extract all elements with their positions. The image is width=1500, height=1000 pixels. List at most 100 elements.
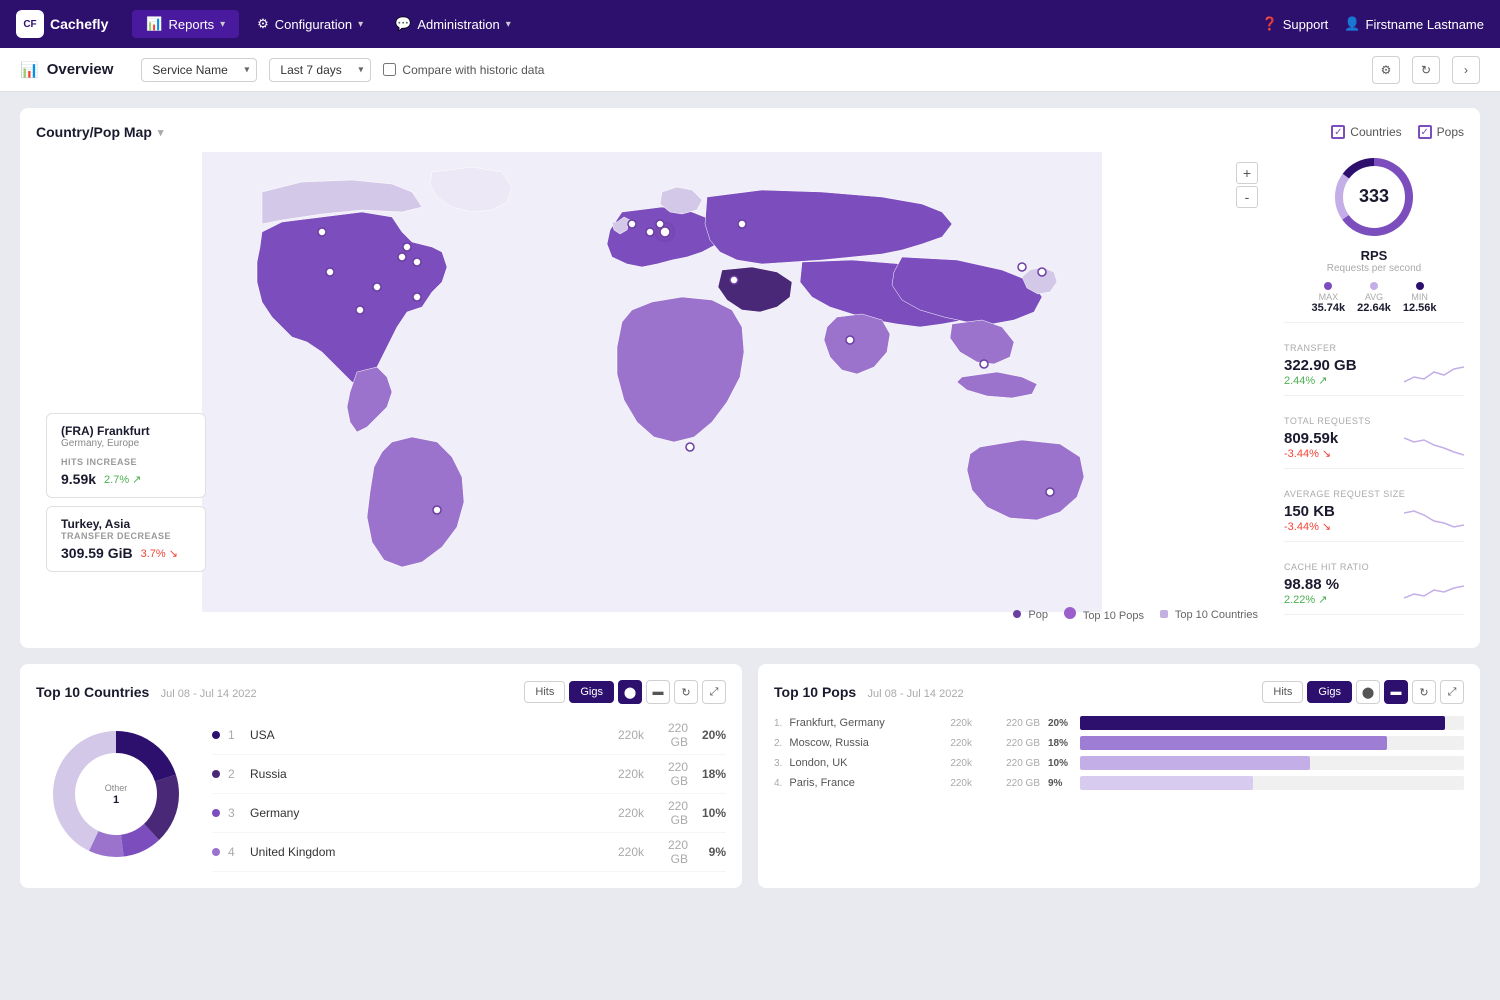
pop-amsterdam[interactable] [656, 220, 664, 228]
map-section: Country/Pop Map ▾ Countries Pops [20, 108, 1480, 648]
pops-donut-btn[interactable]: ⬤ [1356, 680, 1380, 704]
table-row: 3 Germany 220k 220 GB 10% [212, 794, 726, 833]
legend-pops[interactable]: Pops [1418, 125, 1464, 139]
legend-pop: Pop [1013, 609, 1048, 621]
top-countries-panel: Top 10 Countries Jul 08 - Jul 14 2022 Hi… [20, 664, 742, 888]
pops-refresh-btn[interactable]: ↻ [1412, 680, 1436, 704]
pop-dallas[interactable] [373, 283, 381, 291]
size-pct: -3.44% ↘ [1284, 520, 1335, 533]
countries-checkbox[interactable] [1331, 125, 1345, 139]
countries-donut-btn[interactable]: ⬤ [618, 680, 642, 704]
support-button[interactable]: ❓ Support [1262, 16, 1329, 32]
pop-london[interactable] [628, 220, 636, 228]
rps-subtitle: Requests per second [1327, 263, 1422, 274]
countries-header: Top 10 Countries Jul 08 - Jul 14 2022 Hi… [36, 680, 726, 704]
countries-expand-btn[interactable]: ⤢ [702, 680, 726, 704]
turkey-value: 309.59 GiB 3.7% ↘ [61, 545, 191, 561]
zoom-in-button[interactable]: + [1236, 162, 1258, 184]
pops-expand-btn[interactable]: ⤢ [1440, 680, 1464, 704]
pop-dot-legend [1013, 610, 1021, 618]
logo-icon: CF [16, 10, 44, 38]
top10pops-dot-legend [1064, 607, 1076, 619]
map-legend: Countries Pops [1331, 125, 1464, 139]
filter-button[interactable]: ⚙ [1372, 56, 1400, 84]
turkey-number: 309.59 GiB [61, 545, 133, 561]
pop-tokyo[interactable] [1038, 268, 1046, 276]
service-name-select[interactable]: Service Name [141, 58, 257, 82]
compare-checkbox-input[interactable] [383, 63, 396, 76]
rps-avg: AVG 22.64k [1357, 282, 1391, 314]
pop-miami[interactable] [413, 293, 421, 301]
pop-sydney[interactable] [1046, 488, 1054, 496]
zoom-out-button[interactable]: - [1236, 186, 1258, 208]
legend-pops-label: Pops [1437, 125, 1464, 139]
forward-button[interactable]: › [1452, 56, 1480, 84]
compare-label: Compare with historic data [402, 63, 544, 77]
requests-pct: -3.44% ↘ [1284, 447, 1338, 460]
bar-gigs: 220 GB [980, 738, 1040, 749]
pop-singapore[interactable] [980, 360, 988, 368]
row-dot [212, 731, 220, 739]
bar-hits: 220k [912, 718, 972, 729]
bar-gigs: 220 GB [980, 718, 1040, 729]
pop-seoul[interactable] [1018, 263, 1026, 271]
map-title-chevron: ▾ [158, 126, 164, 139]
countries-hits-btn[interactable]: Hits [524, 681, 565, 703]
pop-nyc[interactable] [413, 258, 421, 266]
rps-min-dot [1416, 282, 1424, 290]
nav-logo[interactable]: CF Cachefly [16, 10, 120, 38]
metric-requests-row: 809.59k -3.44% ↘ [1284, 430, 1464, 460]
countries-gigs-btn[interactable]: Gigs [569, 681, 614, 703]
pop-johannesburg[interactable] [686, 443, 694, 451]
row-dot [212, 809, 220, 817]
pop-moscow[interactable] [738, 220, 746, 228]
bar-row: 3. London, UK 220k 220 GB 10% [774, 756, 1464, 770]
bar-track [1080, 756, 1464, 770]
nav-config-label: Configuration [275, 17, 352, 32]
pops-hits-btn[interactable]: Hits [1262, 681, 1303, 703]
pop-chicago[interactable] [398, 253, 406, 261]
pop-paris[interactable] [646, 228, 654, 236]
bar-track [1080, 736, 1464, 750]
refresh-icon: ↻ [1421, 63, 1431, 77]
nav-item-administration[interactable]: 💬 Administration ▾ [381, 10, 525, 38]
config-icon: ⚙ [257, 16, 269, 32]
date-range-select[interactable]: Last 7 days [269, 58, 371, 82]
bar-row: 4. Paris, France 220k 220 GB 9% [774, 776, 1464, 790]
pop-turkey[interactable] [730, 276, 738, 284]
metric-avg-size: AVERAGE REQUEST SIZE 150 KB -3.44% ↘ [1284, 481, 1464, 542]
pop-vancouver[interactable] [318, 228, 326, 236]
refresh-button[interactable]: ↻ [1412, 56, 1440, 84]
compare-checkbox[interactable]: Compare with historic data [383, 63, 544, 77]
date-range-wrapper: Last 7 days [269, 58, 371, 82]
nav-item-configuration[interactable]: ⚙ Configuration ▾ [243, 10, 377, 38]
legend-countries[interactable]: Countries [1331, 125, 1401, 139]
svg-text:1: 1 [113, 794, 119, 806]
rps-donut: 333 [1329, 152, 1419, 242]
admin-icon: 💬 [395, 16, 411, 32]
pop-mumbai[interactable] [846, 336, 854, 344]
countries-refresh-btn[interactable]: ↻ [674, 680, 698, 704]
pops-checkbox[interactable] [1418, 125, 1432, 139]
top10countries-dot-legend [1160, 610, 1168, 618]
nav-item-reports[interactable]: 📊 Reports ▾ [132, 10, 239, 38]
pop-saopaulo[interactable] [433, 506, 441, 514]
metric-transfer: TRANSFER 322.90 GB 2.44% ↗ [1284, 335, 1464, 396]
donut-value: 333 [1359, 186, 1389, 206]
bar-gigs: 220 GB [980, 778, 1040, 789]
bar-label: 4. Paris, France [774, 777, 904, 789]
pops-gigs-btn[interactable]: Gigs [1307, 681, 1352, 703]
pop-la[interactable] [326, 268, 334, 276]
support-label: Support [1283, 17, 1329, 32]
pop-toronto[interactable] [403, 243, 411, 251]
countries-bar-btn[interactable]: ▬ [646, 680, 670, 704]
bar-fill [1080, 736, 1387, 750]
rps-avg-dot [1370, 282, 1378, 290]
user-menu[interactable]: 👤 Firstname Lastname [1344, 16, 1484, 32]
pop-mexico[interactable] [356, 306, 364, 314]
map-title[interactable]: Country/Pop Map ▾ [36, 124, 163, 140]
metric-transfer-row: 322.90 GB 2.44% ↗ [1284, 357, 1464, 387]
countries-donut-area: Other 1 [36, 716, 196, 872]
map-container: + - (FRA) Frankfurt Germany, Europe HITS… [36, 152, 1268, 632]
pops-bar-btn[interactable]: ▬ [1384, 680, 1408, 704]
